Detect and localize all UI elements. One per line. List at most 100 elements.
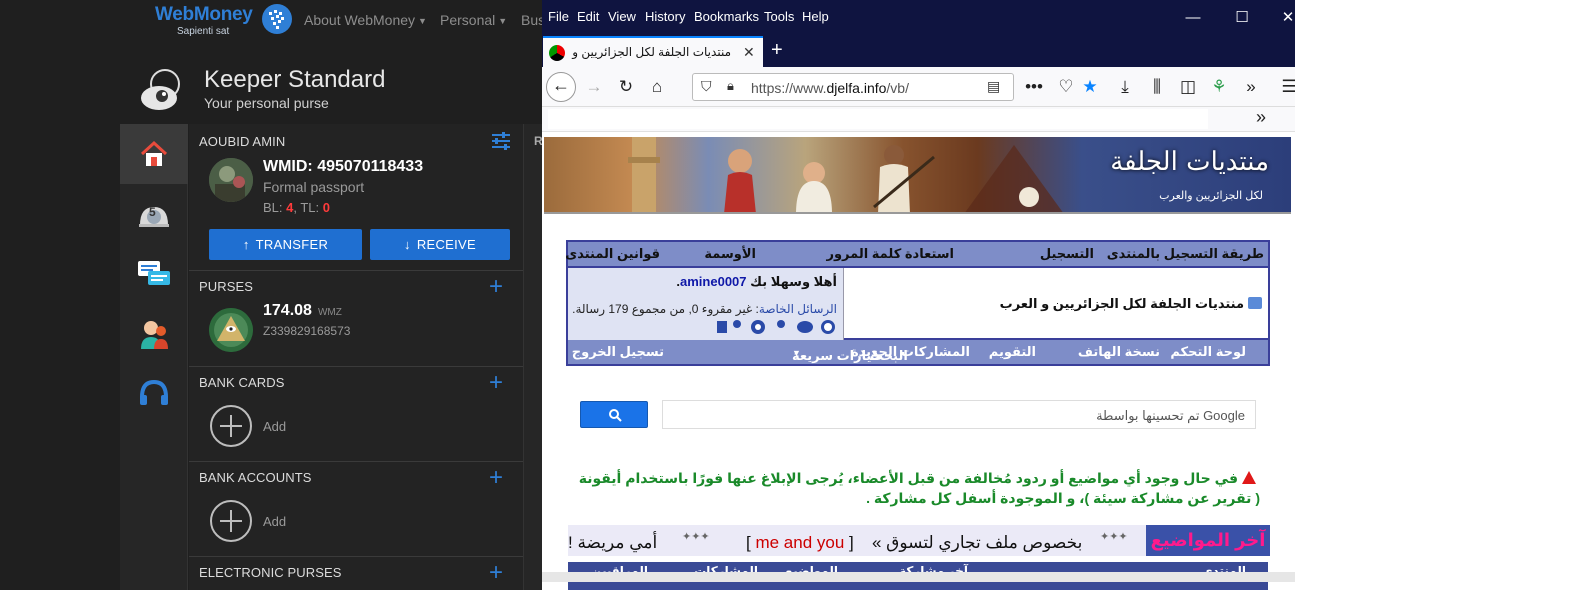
url-bar[interactable]: ⛉ 🔒︎ https://www.djelfa.info/vb/ ▤ (692, 73, 1014, 101)
extension-icon[interactable]: ⚘ (1207, 75, 1231, 99)
nav-logout[interactable]: تسجيل الخروج (572, 344, 664, 360)
webmoney-globe-icon (262, 4, 292, 34)
add-electronic-purse-plus-icon[interactable]: + (489, 561, 503, 585)
menu-edit[interactable]: Edit (577, 9, 599, 24)
add-bank-account-circle-icon[interactable] (209, 499, 253, 543)
page-actions-ellipsis-icon[interactable]: ••• (1022, 75, 1046, 99)
rail-notifications[interactable]: 5 (120, 184, 188, 244)
library-icon[interactable]: ⫼ (1145, 75, 1169, 99)
user-action-icons (717, 320, 835, 334)
passport-type[interactable]: Formal passport (263, 179, 364, 195)
minimize-icon[interactable]: — (1185, 10, 1201, 26)
receive-button[interactable]: ↓ RECEIVE (370, 229, 510, 260)
bookmark-star-icon[interactable]: ★ (1078, 75, 1102, 99)
sidebar-icon[interactable]: ◫ (1176, 75, 1200, 99)
new-tab-plus-icon[interactable]: + (771, 39, 783, 62)
rail-support[interactable] (120, 364, 188, 424)
overflow-chevron-icon[interactable]: » (1239, 75, 1263, 99)
welcome-username[interactable]: amine0007 (680, 274, 747, 289)
ticker-topic-1[interactable]: بخصوص ملف تجاري لتسوق » (872, 533, 1082, 553)
add-purse-plus-icon[interactable]: + (489, 275, 503, 299)
url-text[interactable]: https://www.djelfa.info/vb/ (751, 80, 909, 96)
google-search-input[interactable]: تم تحسينها بواسطة Google (662, 400, 1256, 429)
home-icon[interactable]: ⌂ (645, 75, 669, 99)
tab-strip: منتديات الجلفة لكل الجزائريين و العرب ✕ … (542, 36, 1295, 67)
hamburger-menu-icon[interactable]: ☰ (1277, 75, 1295, 99)
user-icon[interactable] (733, 320, 741, 328)
menu-file[interactable]: File (548, 9, 569, 24)
nav-calendar[interactable]: التقويم (989, 344, 1036, 360)
download-icon[interactable]: ⤓ (1113, 75, 1137, 99)
ticker-topic-3[interactable]: أمي مريضة ! (568, 533, 657, 553)
nav-control-panel[interactable]: لوحة التحكم (1170, 344, 1246, 360)
forward-arrow-icon[interactable]: → (582, 75, 606, 99)
speech-bubbles-icon[interactable] (797, 321, 813, 333)
welcome-line: أهلا وسهلا بك amine0007. (676, 274, 837, 290)
menu-bookmarks[interactable]: Bookmarks (694, 9, 759, 24)
settings-sliders-icon[interactable] (490, 131, 512, 151)
forum-banner[interactable]: منتديات الجلفة لكل الجزائريين والعرب (544, 137, 1291, 214)
nav-register-method[interactable]: طريقة التسجيل بالمنتدى (1107, 246, 1264, 262)
caret-down-icon: ▼ (792, 348, 801, 358)
lock-icon[interactable]: 🔒︎ (727, 78, 734, 94)
shield-icon[interactable]: ⛉ (701, 78, 712, 95)
notifications-count: 5 (149, 205, 156, 219)
pocket-icon[interactable]: ♡ (1054, 75, 1078, 99)
pyramid-eye-icon (209, 308, 253, 352)
nav-personal[interactable]: Personal ▼ (440, 12, 507, 28)
divider (189, 270, 523, 271)
menu-tools[interactable]: Tools (764, 9, 794, 24)
folder-icon (1248, 297, 1262, 309)
rail-home[interactable] (120, 124, 188, 184)
forum-report-notice: في حال وجود أي مواضيع أو ردود مُخالفة من… (576, 468, 1260, 508)
back-button[interactable]: ← (546, 72, 576, 102)
forum-welcome-row: أهلا وسهلا بك amine0007. الرسائل الخاصة:… (568, 266, 1268, 342)
purse-currency: WMZ (317, 307, 342, 318)
horizontal-scrollbar[interactable] (542, 572, 1295, 582)
tab-djelfa[interactable]: منتديات الجلفة لكل الجزائريين و العرب ✕ (543, 36, 763, 67)
close-window-icon[interactable]: ✕ (1280, 10, 1295, 26)
nav-business[interactable]: Bus (521, 12, 542, 28)
search-placeholder: تم تحسينها بواسطة Google (1096, 408, 1245, 423)
add-user-icon[interactable] (777, 320, 785, 328)
purse-amount-value: 174.08 (263, 302, 312, 319)
add-bank-account-label[interactable]: Add (263, 514, 286, 529)
close-tab-icon[interactable]: ✕ (743, 44, 755, 61)
add-bank-card-circle-icon[interactable] (209, 404, 253, 448)
chevron-down-icon: ▼ (498, 16, 508, 26)
rail-contacts[interactable] (120, 304, 188, 364)
user-avatar[interactable] (209, 158, 253, 202)
maximize-icon[interactable]: ☐ (1234, 10, 1250, 26)
reader-view-icon[interactable]: ▤ (987, 78, 1000, 95)
chat-bubbles-icon (138, 261, 170, 285)
bookmarks-overflow-chevron-icon[interactable]: » (1256, 107, 1266, 128)
add-bank-account-plus-icon[interactable]: + (489, 466, 503, 490)
forum-name[interactable]: منتديات الجلفة لكل الجزائريين و العرب (1000, 296, 1262, 312)
transfer-button[interactable]: ↑ TRANSFER (209, 229, 362, 260)
nav-about-webmoney[interactable]: About WebMoney ▼ (304, 12, 427, 28)
wmz-purse-icon[interactable] (209, 308, 253, 352)
nav-mobile-version[interactable]: نسخة الهاتف (1078, 344, 1160, 360)
divider (189, 461, 523, 462)
nav-personal-label: Personal (440, 12, 496, 28)
arrow-up-icon: ↑ (242, 237, 250, 252)
menu-history[interactable]: History (645, 9, 685, 24)
logout-icon[interactable] (717, 321, 727, 333)
nav-medals[interactable]: الأوسمة (704, 246, 756, 262)
nav-recover-password[interactable]: استعادة كلمة المرور (826, 246, 954, 262)
purse-id[interactable]: Z339829168573 (263, 324, 350, 338)
menu-view[interactable]: View (608, 9, 636, 24)
search-icon (609, 409, 622, 422)
menu-help[interactable]: Help (802, 9, 829, 24)
private-messages-link[interactable]: الرسائل الخاصة (759, 302, 837, 316)
google-search-button[interactable] (580, 401, 648, 428)
nav-rules[interactable]: قوانين المنتدى (565, 246, 660, 262)
add-bank-card-label[interactable]: Add (263, 419, 286, 434)
ticker-topic-2[interactable]: [ me and you ] (746, 533, 854, 553)
webmoney-logo[interactable]: WebMoney Sapienti sat (155, 4, 253, 37)
add-bank-card-plus-icon[interactable]: + (489, 371, 503, 395)
reload-icon[interactable]: ↻ (614, 75, 638, 99)
rail-messages[interactable] (120, 244, 188, 304)
nav-register[interactable]: التسجيل (1040, 246, 1094, 262)
headset-icon (140, 379, 168, 405)
